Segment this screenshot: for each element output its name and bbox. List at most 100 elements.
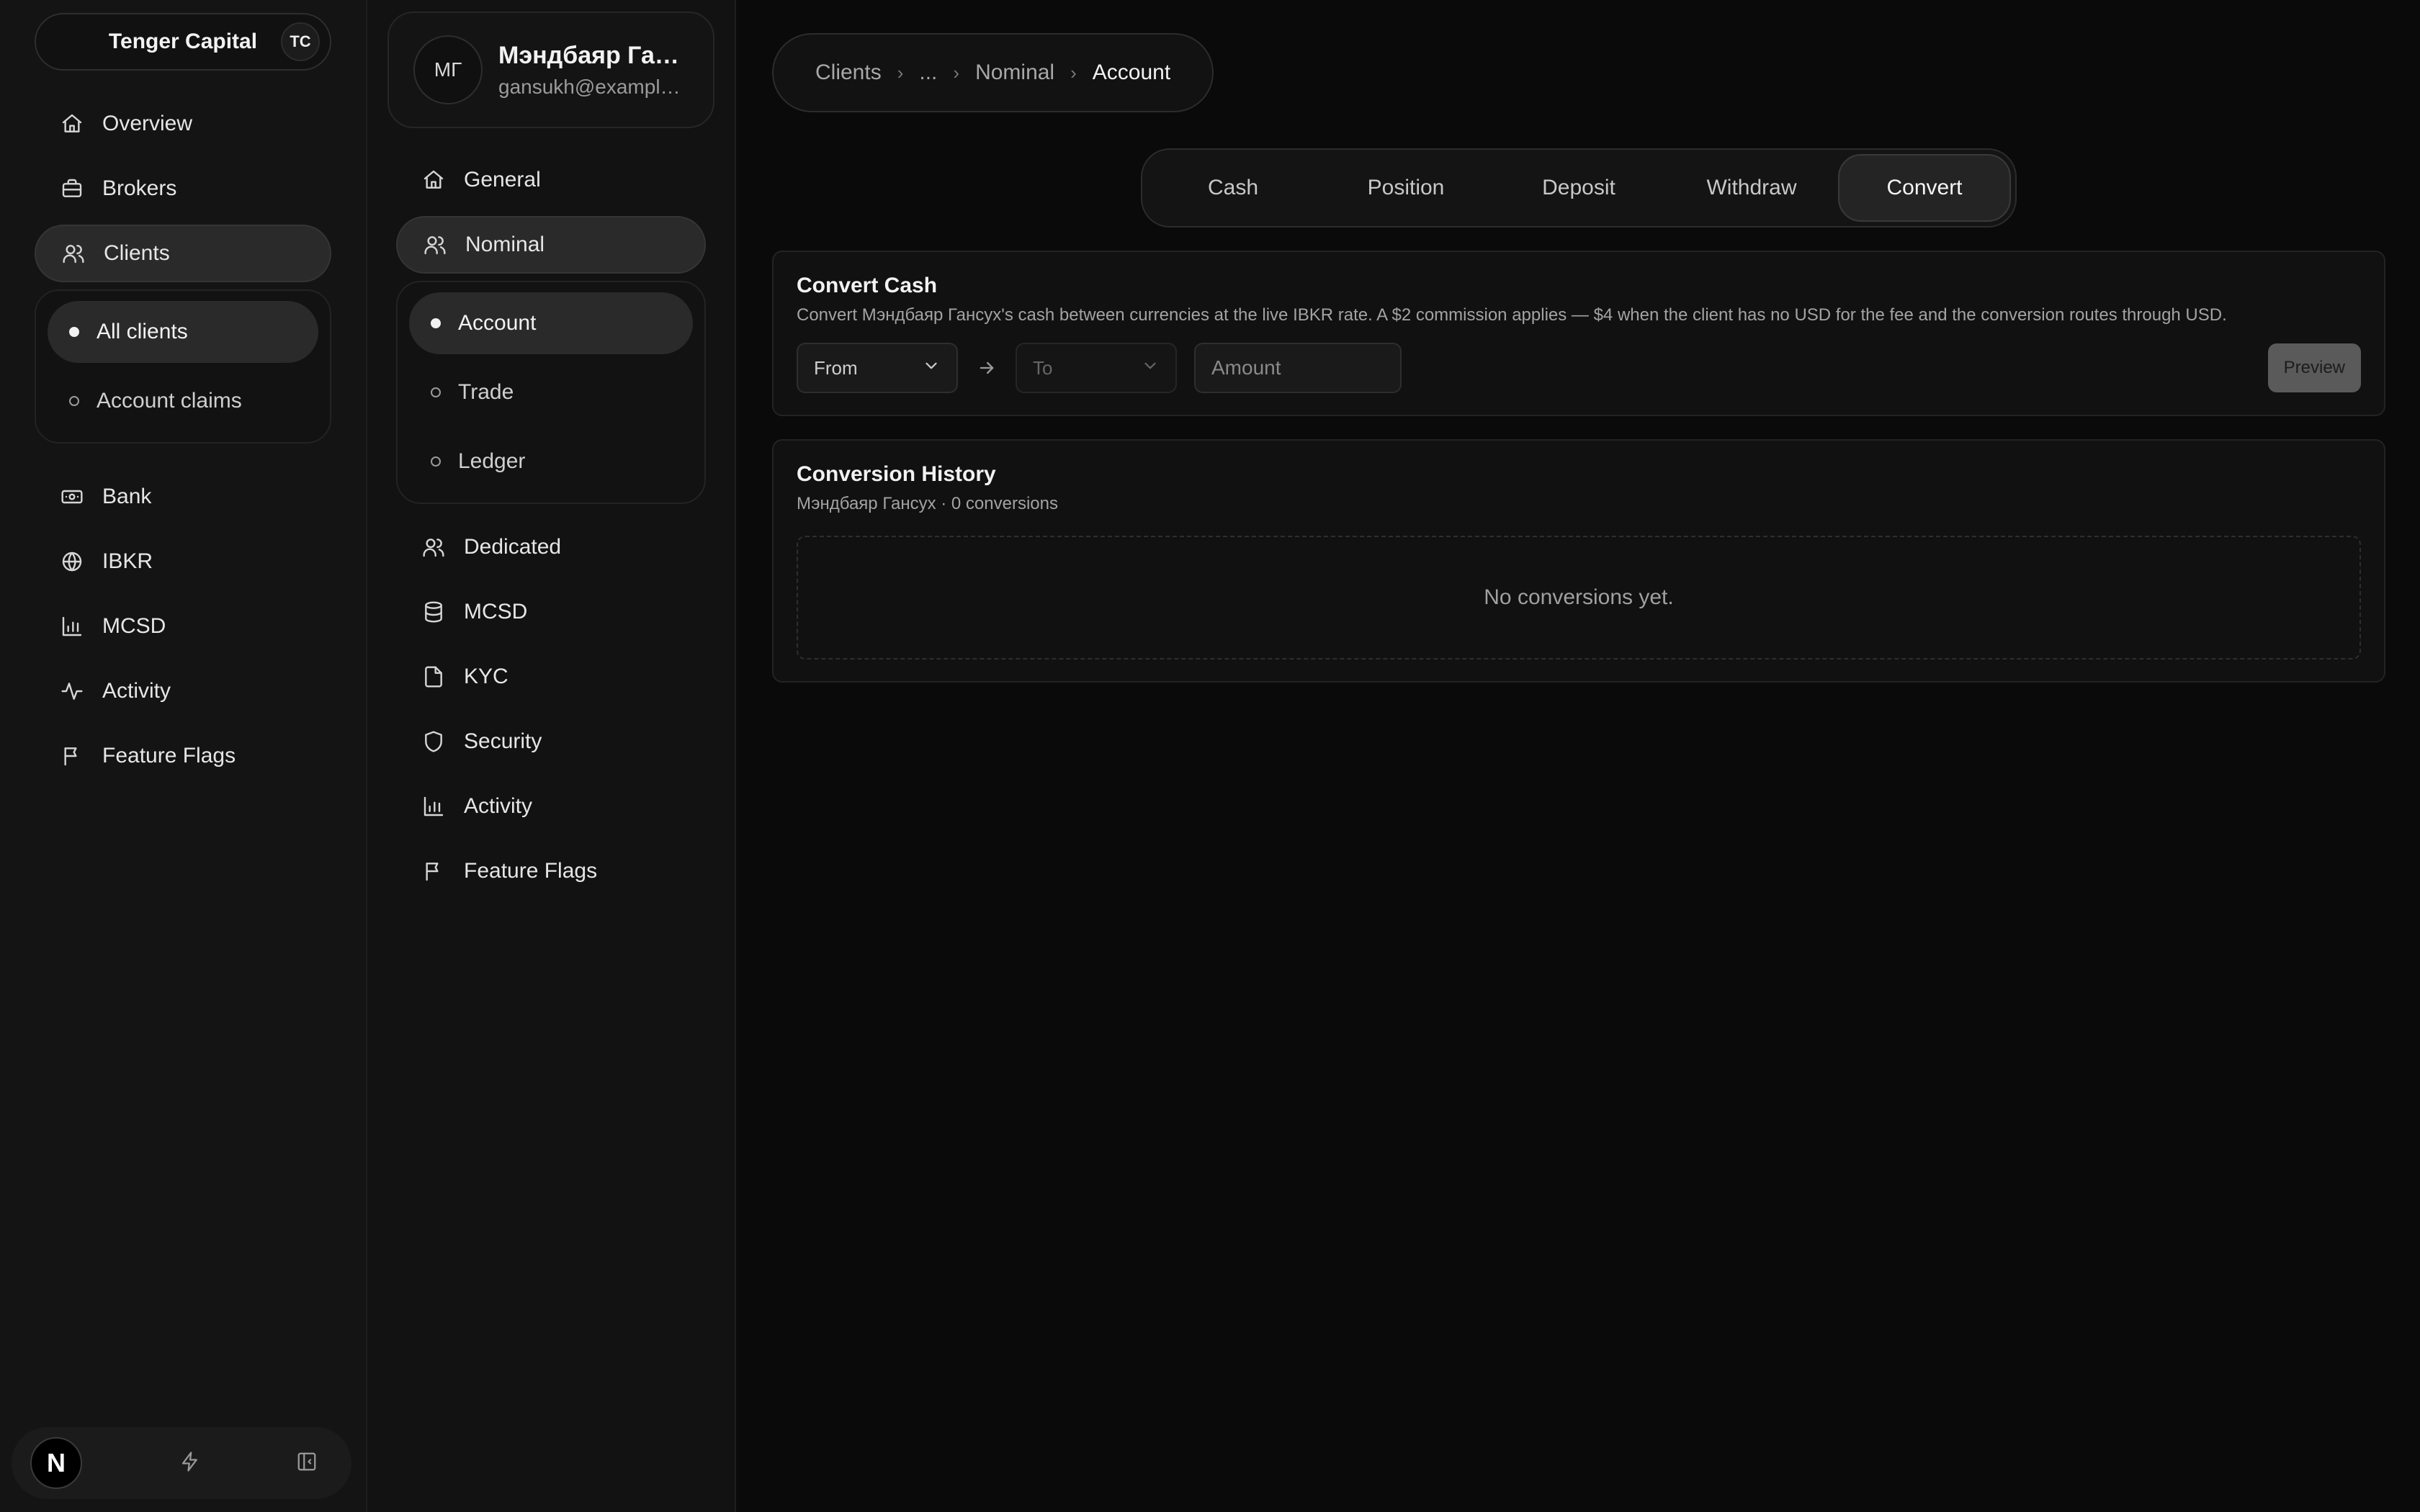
dot-icon <box>69 327 79 337</box>
n-logo[interactable]: N <box>30 1437 82 1489</box>
sidebar-item-mcsd[interactable]: MCSD <box>35 598 331 655</box>
account-tabs: Cash Position Deposit Withdraw Convert <box>1141 148 2017 228</box>
subnav-item-account[interactable]: Account <box>409 292 693 354</box>
client-sidebar: МГ Мэндбаяр Гансух gansukh@example.com G… <box>367 0 736 1512</box>
users-icon <box>62 242 85 265</box>
home-icon <box>422 168 445 192</box>
from-select-label: From <box>814 356 858 379</box>
client-nav-kyc[interactable]: KYC <box>396 648 706 706</box>
client-nav-dedicated[interactable]: Dedicated <box>396 518 706 576</box>
file-icon <box>422 665 445 688</box>
client-nav-label: Feature Flags <box>464 859 598 883</box>
nominal-subnav: Account Trade Ledger <box>396 281 706 504</box>
org-switcher[interactable]: Tenger Capital TC <box>35 13 331 71</box>
breadcrumb-current: Account <box>1092 60 1171 84</box>
shield-icon <box>422 730 445 753</box>
sidebar-item-label: MCSD <box>102 614 166 638</box>
sidebar-toggle-icon <box>296 1451 318 1476</box>
client-nav-label: Nominal <box>465 233 545 256</box>
arrow-right-icon <box>958 358 1016 378</box>
briefcase-icon <box>60 177 84 200</box>
conversion-history-card: Conversion History Мэндбаяр Гансух · 0 c… <box>772 439 2385 683</box>
tabs-wrapper: Cash Position Deposit Withdraw Convert <box>772 148 2385 228</box>
subnav-item-label: Ledger <box>458 449 526 473</box>
preview-button[interactable]: Preview <box>2267 343 2361 392</box>
subnav-item-label: Trade <box>458 380 514 404</box>
client-nav-activity[interactable]: Activity <box>396 778 706 835</box>
client-name: Мэндбаяр Гансух <box>498 41 689 69</box>
dot-icon <box>69 396 79 406</box>
home-icon <box>60 112 84 135</box>
amount-input[interactable] <box>1194 343 1402 393</box>
sidebar-item-label: Overview <box>102 112 193 135</box>
database-icon <box>422 600 445 624</box>
tab-withdraw[interactable]: Withdraw <box>1665 154 1838 222</box>
sidebar-item-label: Activity <box>102 679 171 703</box>
breadcrumb-clients[interactable]: Clients <box>815 60 882 85</box>
sidebar-item-bank[interactable]: Bank <box>35 468 331 526</box>
main-content: Clients › ... › Nominal › Account Cash P… <box>736 0 2420 1512</box>
chevron-right-icon: › <box>953 61 960 84</box>
subnav-item-trade[interactable]: Trade <box>409 361 693 423</box>
breadcrumb-nominal[interactable]: Nominal <box>975 60 1054 85</box>
subnav-item-ledger[interactable]: Ledger <box>409 431 693 492</box>
subnav-item-label: Account claims <box>97 389 242 413</box>
client-nav-label: Dedicated <box>464 535 562 559</box>
collapse-sidebar-button[interactable] <box>291 1447 323 1479</box>
client-nav-label: General <box>464 168 541 192</box>
subnav-item-account-claims[interactable]: Account claims <box>48 370 318 432</box>
sidebar-item-label: Feature Flags <box>102 744 236 768</box>
card-subtitle: Мэндбаяр Гансух · 0 conversions <box>797 494 1058 513</box>
to-currency-select[interactable]: To <box>1016 343 1177 393</box>
bolt-button[interactable] <box>174 1447 206 1479</box>
dot-icon <box>431 456 441 467</box>
users-icon <box>422 536 445 559</box>
clients-subnav: All clients Account claims <box>35 289 331 444</box>
client-nav-label: MCSD <box>464 600 528 624</box>
card-title: Convert Cash <box>797 274 938 297</box>
tab-convert[interactable]: Convert <box>1838 154 2011 222</box>
breadcrumb: Clients › ... › Nominal › Account <box>772 33 1214 112</box>
tab-deposit[interactable]: Deposit <box>1492 154 1665 222</box>
client-nav-general[interactable]: General <box>396 151 706 209</box>
sidebar-item-ibkr[interactable]: IBKR <box>35 533 331 590</box>
client-nav-mcsd[interactable]: MCSD <box>396 583 706 641</box>
from-currency-select[interactable]: From <box>797 343 958 393</box>
sidebar-footer: N <box>12 1427 351 1499</box>
tab-cash[interactable]: Cash <box>1147 154 1319 222</box>
org-name: Tenger Capital <box>108 30 258 53</box>
bar-chart-icon <box>60 615 84 638</box>
sidebar-item-overview[interactable]: Overview <box>35 95 331 153</box>
card-description: Convert Мэндбаяр Гансух's cash between c… <box>797 305 2227 325</box>
convert-cash-card: Convert Cash Convert Мэндбаяр Гансух's c… <box>772 251 2385 416</box>
activity-icon <box>60 680 84 703</box>
dot-icon <box>431 387 441 397</box>
sidebar-item-clients[interactable]: Clients <box>35 225 331 282</box>
bolt-icon <box>179 1451 201 1476</box>
client-card[interactable]: МГ Мэндбаяр Гансух gansukh@example.com <box>387 12 714 128</box>
sidebar-item-label: Clients <box>104 241 170 265</box>
sidebar-item-brokers[interactable]: Brokers <box>35 160 331 217</box>
client-info: Мэндбаяр Гансух gansukh@example.com <box>498 42 689 99</box>
client-nav-nominal[interactable]: Nominal <box>396 216 706 274</box>
banknote-icon <box>60 485 84 508</box>
sidebar-item-label: Brokers <box>102 176 177 200</box>
tab-position[interactable]: Position <box>1319 154 1492 222</box>
breadcrumb-ellipsis[interactable]: ... <box>919 60 937 85</box>
avatar: МГ <box>413 35 483 104</box>
client-nav-security[interactable]: Security <box>396 713 706 770</box>
chevron-down-icon <box>1141 356 1160 380</box>
client-nav-feature-flags[interactable]: Feature Flags <box>396 842 706 900</box>
chevron-down-icon <box>922 356 941 380</box>
subnav-item-label: All clients <box>97 320 188 343</box>
empty-state: No conversions yet. <box>797 536 2361 660</box>
chevron-right-icon: › <box>897 61 904 84</box>
sidebar-item-feature-flags[interactable]: Feature Flags <box>35 727 331 785</box>
sidebar-item-activity[interactable]: Activity <box>35 662 331 720</box>
client-nav-label: Security <box>464 729 542 753</box>
subnav-item-all-clients[interactable]: All clients <box>48 301 318 363</box>
client-nav-label: Activity <box>464 794 533 818</box>
to-select-label: To <box>1033 356 1053 379</box>
org-badge: TC <box>281 22 320 61</box>
flag-icon <box>422 860 445 883</box>
